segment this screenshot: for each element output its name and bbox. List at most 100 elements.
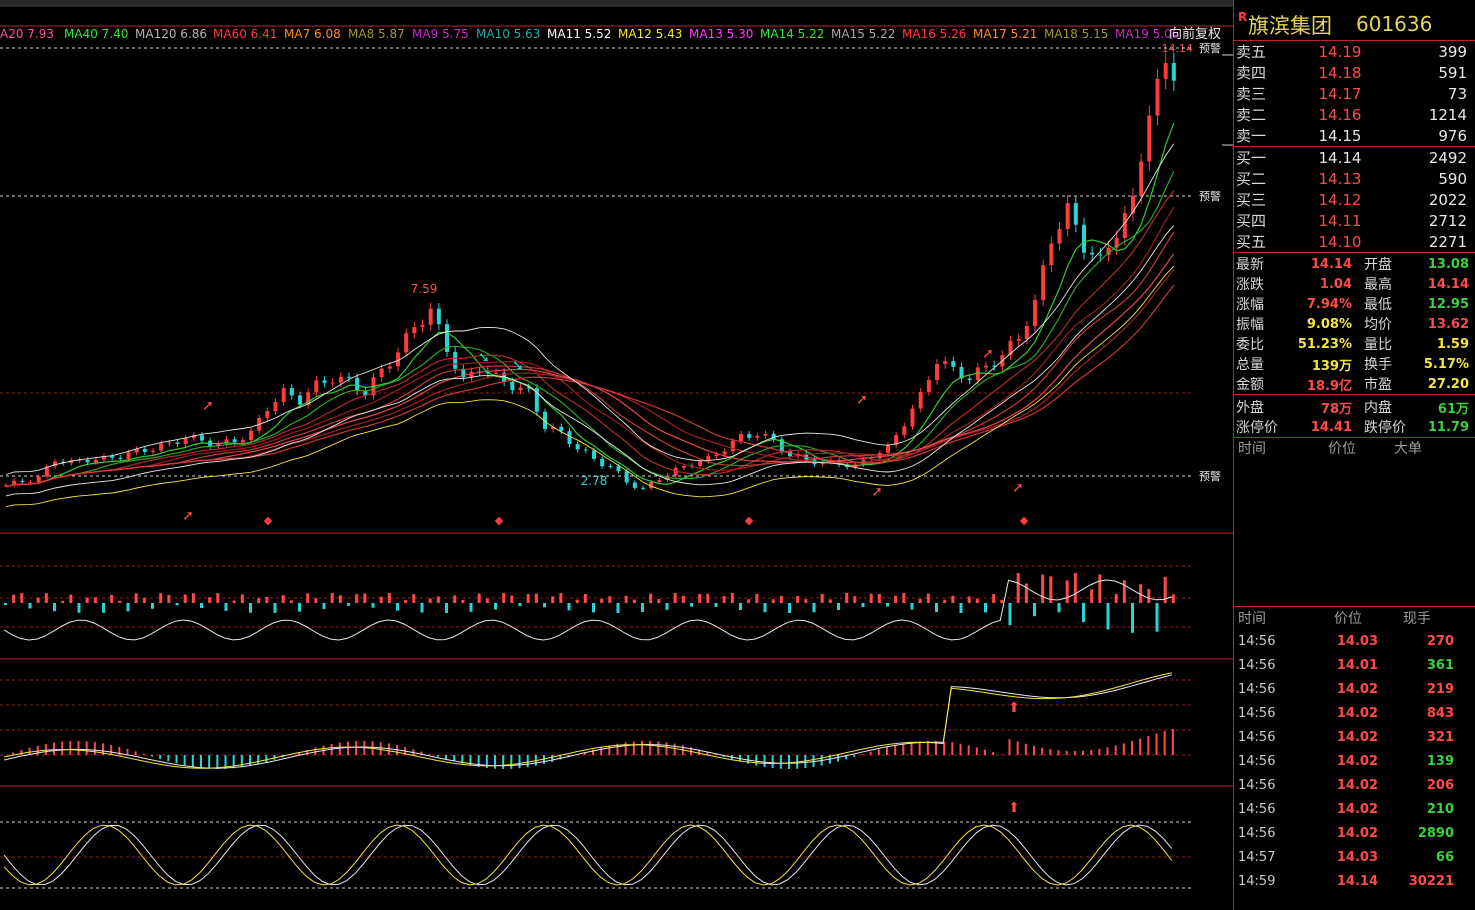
candle-body — [1057, 229, 1062, 244]
candle-body — [935, 363, 939, 380]
volume-bar — [1155, 603, 1159, 632]
tick-header: 时间 价位 现手 — [1238, 611, 1431, 627]
macd-bar — [387, 743, 390, 755]
macd-bar — [902, 743, 905, 755]
macd-bar — [837, 755, 839, 762]
candle-body — [240, 440, 245, 443]
macd-bar — [1016, 741, 1019, 755]
candle-body — [616, 466, 621, 472]
macd-bar — [347, 741, 349, 755]
candle-body — [951, 361, 956, 367]
stat-row: 最新 14.14 开盘 13.08 — [1236, 256, 1469, 274]
ask-row-4: 卖四 14.18 591 — [1236, 63, 1467, 83]
candle-body — [1122, 213, 1127, 239]
envelope-line — [5, 265, 1175, 508]
adjust-mode-label[interactable]: 向前复权 — [1169, 26, 1221, 42]
macd-bar — [502, 755, 505, 769]
macd-bar — [1147, 736, 1150, 755]
big-order-list[interactable] — [1234, 458, 1475, 606]
ma-legend-item: MA9 5.75 — [412, 27, 469, 41]
candle-body — [567, 431, 572, 445]
volume-bar — [387, 593, 391, 603]
volume-bar — [747, 599, 751, 603]
macd-bar — [1171, 729, 1174, 755]
candle-body — [600, 458, 605, 467]
candle-body — [232, 439, 237, 443]
volume-bar — [616, 603, 620, 613]
macd-bar — [861, 754, 864, 755]
macd-bar — [175, 755, 178, 764]
volume-bar — [20, 593, 24, 603]
tick-list[interactable]: 14:56 14.03 270 14:56 14.01 361 14:56 14.02 21… — [1234, 629, 1475, 893]
volume-bar — [93, 597, 97, 603]
volume-bar — [698, 593, 702, 603]
candle-body — [453, 351, 458, 369]
buy-signal-icon: ➚ — [182, 508, 194, 524]
stat-row: 涨跌 1.04 最高 14.14 — [1236, 276, 1469, 294]
volume-bar — [1131, 603, 1134, 633]
macd-bar — [951, 742, 954, 755]
volume-bar — [673, 593, 677, 603]
volume-bar — [69, 594, 73, 603]
macd-bar — [673, 743, 676, 755]
volume-bar — [428, 598, 432, 603]
macd-bar — [142, 753, 145, 755]
macd-bar — [436, 755, 439, 757]
diamond-marker-icon — [494, 516, 504, 526]
stock-name: 旗滨集团 — [1248, 14, 1332, 38]
candle-body — [747, 434, 752, 438]
volume-bar — [837, 603, 840, 611]
kline-chart-area[interactable]: A20 7.93 MA40 7.40 MA120 6.86 MA60 6.41 MA7 … — [0, 0, 1233, 910]
volume-bar — [322, 603, 326, 610]
candle-body — [167, 442, 172, 444]
stock-title-bar: R 旗滨集团 601636 — [1234, 0, 1475, 40]
macd-bar — [918, 741, 921, 755]
candle-body — [85, 459, 90, 463]
ask-row-1: 卖一 14.15 976 — [1236, 126, 1467, 146]
bid-row-2: 买二 14.13 590 — [1236, 169, 1467, 189]
candle-body — [379, 368, 384, 378]
volume-bar — [502, 593, 506, 603]
volume-bar — [592, 603, 595, 613]
candle-body — [918, 391, 923, 409]
volume-bar — [85, 597, 89, 603]
volume-bar — [298, 603, 301, 612]
top-scroll-strip — [0, 0, 1233, 7]
ma-legend-item: MA15 5.22 — [831, 27, 895, 41]
volume-bar — [861, 603, 865, 607]
tick-row: 14:56 14.03 270 — [1238, 633, 1454, 649]
volume-bar — [102, 603, 105, 613]
ma-legend-item: MA16 5.26 — [902, 27, 966, 41]
candle-body — [175, 442, 180, 444]
ask-row-2: 卖二 14.16 1214 — [1236, 105, 1467, 125]
volume-bar — [706, 593, 710, 603]
ma-legend-item: MA12 5.43 — [618, 27, 682, 41]
macd-bar — [1131, 741, 1133, 755]
alert-label: 预警 — [1199, 41, 1221, 55]
candle-body — [1090, 252, 1095, 255]
candle-body — [151, 450, 155, 452]
candle-body — [624, 471, 629, 483]
volume-bar — [118, 600, 122, 603]
moving-average-line — [5, 171, 1175, 488]
ma-legend-item: MA14 5.22 — [760, 27, 824, 41]
volume-bar — [134, 593, 138, 603]
volume-bar — [249, 603, 252, 613]
macd-bar — [1082, 750, 1084, 755]
buy-signal-icon: ➚ — [1012, 480, 1024, 496]
macd-bar — [1049, 749, 1052, 755]
volume-bar — [722, 596, 726, 603]
quote-panel: R 旗滨集团 601636 卖五 14.19 399 卖四 14.18 591 卖三 14… — [1233, 0, 1475, 910]
macd-bar — [20, 750, 23, 755]
candle-body — [118, 457, 123, 459]
big-order-header: 时间 价位 大单 — [1238, 441, 1422, 457]
volume-bar — [877, 593, 881, 603]
macd-bar — [665, 742, 668, 755]
candle-body — [355, 377, 360, 391]
stat-row: 涨停价 14.41 跌停价 11.79 — [1236, 419, 1469, 437]
macd-bar — [53, 742, 55, 755]
volume-bar — [289, 600, 293, 603]
macd-bar — [1065, 750, 1068, 755]
bid-row-3: 买三 14.12 2022 — [1236, 190, 1467, 210]
volume-bar — [77, 603, 81, 613]
